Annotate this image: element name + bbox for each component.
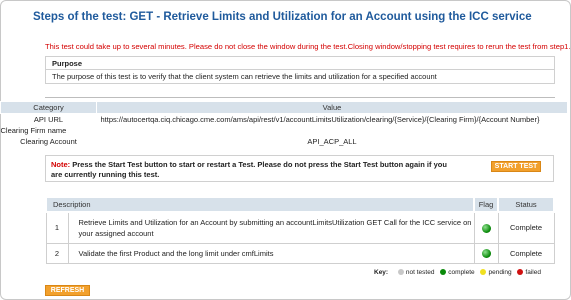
info-category: Clearing Account [20, 136, 77, 146]
info-row: Clearing Account API_ACP_ALL [1, 136, 568, 147]
info-row: Clearing Firm name [1, 125, 568, 136]
key-item-failed: failed [517, 269, 541, 276]
key-item-pending: pending [480, 269, 512, 276]
key-item-not-tested: not tested [397, 269, 435, 276]
steps-header-description: Description [45, 196, 475, 213]
info-value [97, 125, 568, 136]
note-box: Note: Press the Start Test button to sta… [45, 155, 554, 182]
step-flag [473, 211, 499, 244]
warning-message: This test could take up to several minut… [45, 42, 571, 51]
info-value: API_ACP_ALL [307, 136, 357, 146]
pending-dot-icon [480, 269, 487, 275]
status-key: Key: not tested complete pending failed [374, 269, 541, 276]
note-text: Press the Start Test button to start or … [51, 160, 447, 179]
complete-status-icon [481, 248, 491, 258]
info-value: https://autocertqa.ciq.chicago.cme.com/a… [100, 114, 540, 124]
info-table: Category Value API URL https://autocertq… [0, 101, 568, 147]
step-status: Complete [497, 211, 555, 244]
key-item-label: complete [448, 269, 475, 276]
step-description: Retrieve Limits and Utilization for an A… [67, 211, 475, 244]
purpose-text: The purpose of this test is to verify th… [52, 72, 437, 81]
step-status: Complete [497, 242, 555, 264]
start-test-button[interactable]: START TEST [491, 161, 541, 172]
key-item-label: failed [525, 269, 541, 276]
table-row: 2 Validate the first Product and the lon… [45, 242, 555, 264]
info-header-row: Category Value [0, 101, 568, 114]
table-row: 1 Retrieve Limits and Utilization for an… [45, 211, 555, 244]
steps-header-status: Status [497, 196, 555, 213]
note-text-block: Note: Press the Start Test button to sta… [51, 160, 451, 180]
page-title: Steps of the test: GET - Retrieve Limits… [33, 11, 532, 23]
divider [45, 97, 555, 98]
key-label: Key: [374, 269, 389, 276]
info-category: Clearing Firm name [0, 125, 67, 135]
step-number: 1 [45, 211, 69, 244]
steps-header-row: Description Flag Status [45, 196, 555, 213]
step-description: Validate the first Product and the long … [67, 242, 475, 264]
note-label: Note: [51, 160, 71, 169]
info-category: API URL [33, 114, 64, 124]
key-item-complete: complete [440, 269, 475, 276]
steps-table: Description Flag Status 1 Retrieve Limit… [45, 196, 555, 264]
purpose-header: Purpose [46, 57, 554, 70]
step-number: 2 [45, 242, 69, 264]
step-flag [473, 242, 499, 264]
info-header-category: Category [0, 101, 97, 114]
complete-dot-icon [440, 269, 447, 275]
info-row: API URL https://autocertqa.ciq.chicago.c… [1, 114, 568, 125]
not-tested-dot-icon [397, 269, 404, 275]
info-header-value: Value [96, 101, 568, 114]
purpose-box: Purpose The purpose of this test is to v… [45, 56, 555, 84]
key-item-label: not tested [405, 269, 435, 276]
key-item-label: pending [488, 269, 512, 276]
steps-header-flag: Flag [473, 196, 499, 213]
complete-status-icon [481, 223, 491, 233]
failed-dot-icon [517, 269, 524, 275]
refresh-button[interactable]: REFRESH [45, 285, 90, 296]
